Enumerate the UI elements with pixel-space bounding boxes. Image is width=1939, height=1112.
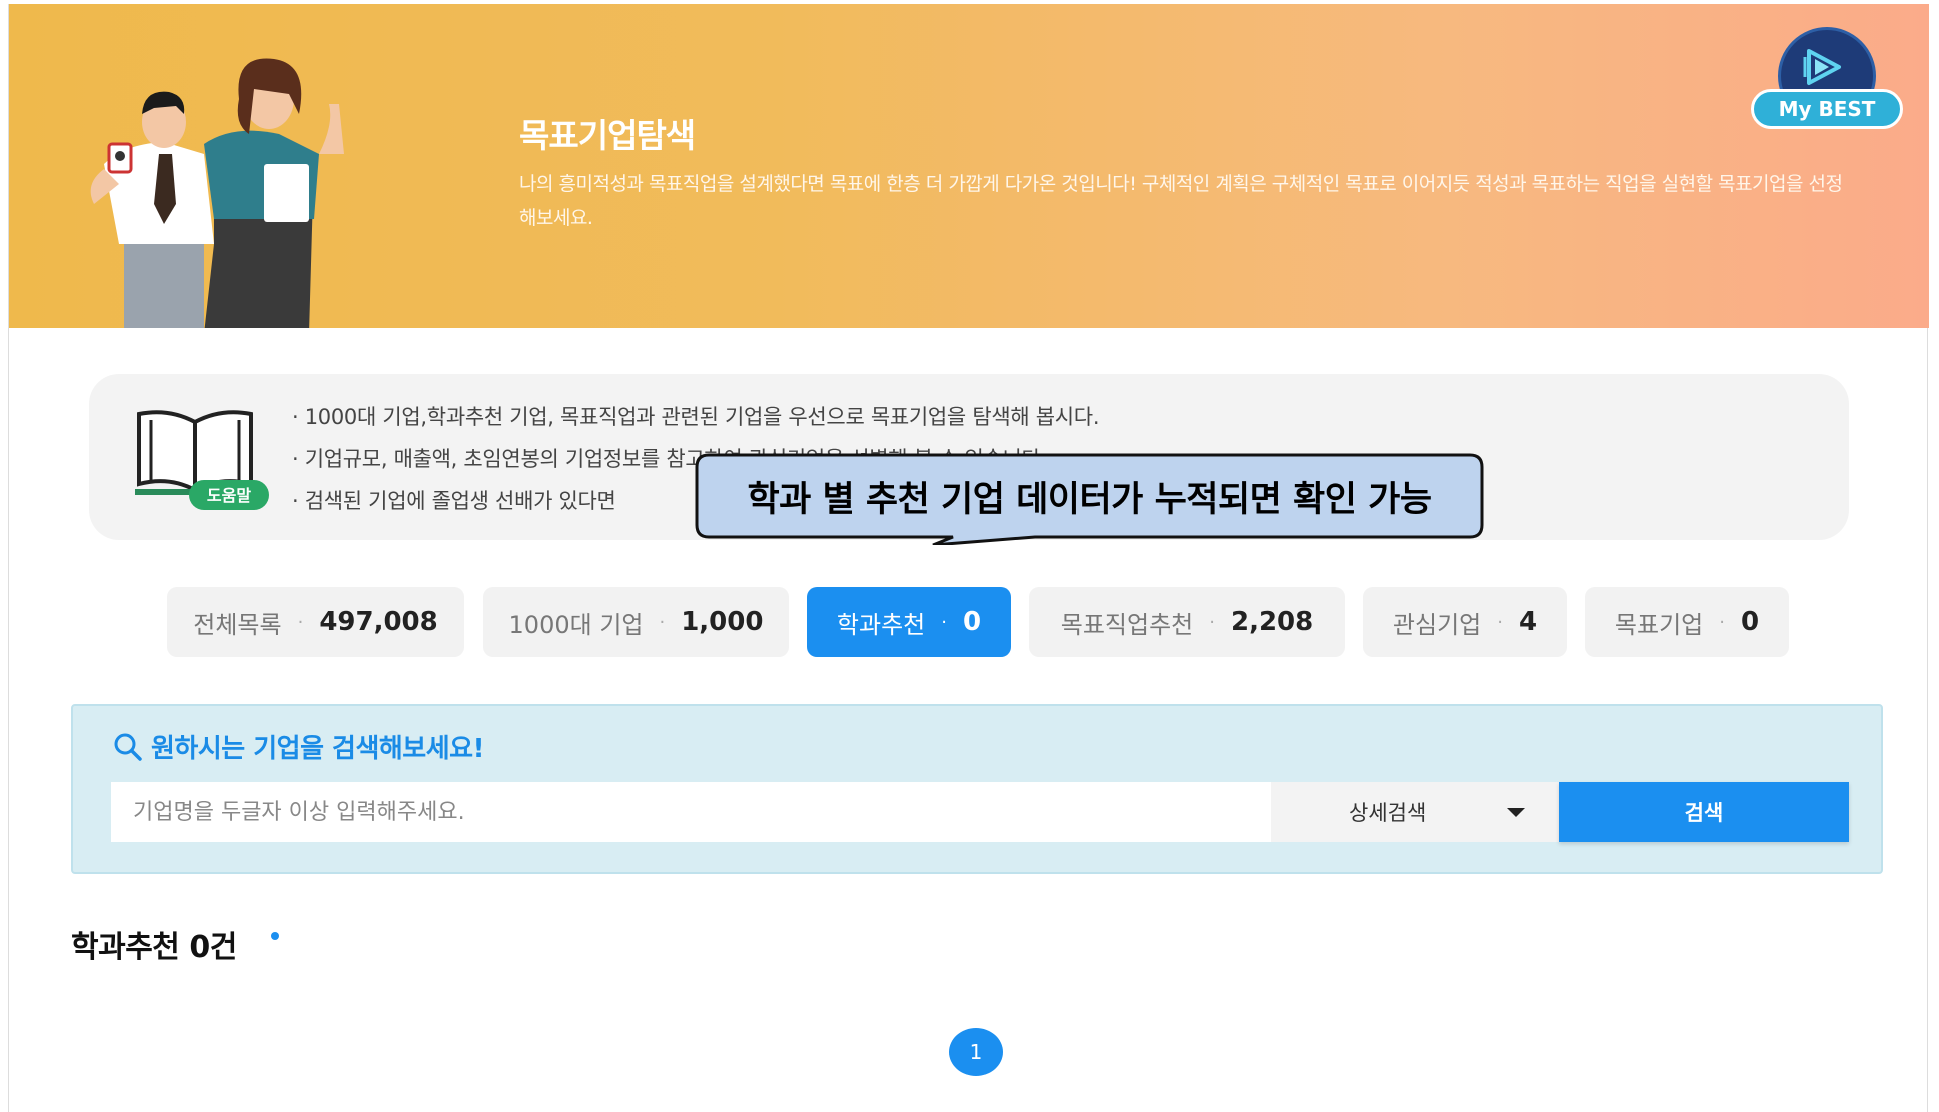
tab-count: 2,208 [1230,607,1314,637]
tab-label: 관심기업 [1392,610,1482,639]
tab-interest-companies[interactable]: 관심기업 · 4 [1363,587,1567,657]
tab-top-1000[interactable]: 1000대 기업 · 1,000 [483,587,789,657]
page-button-current[interactable]: 1 [949,1028,1003,1076]
help-badge: 도움말 [207,486,251,505]
tab-all[interactable]: 전체목록 · 497,008 [167,587,464,657]
help-line: · 1000대 기업,학과추천 기업, 목표직업과 관련된 기업을 우선으로 목… [292,405,1100,429]
page-description: 나의 흥미적성과 목표직업을 설계했다면 목표에 한층 더 가깝게 다가온 것입… [519,173,1843,229]
tab-count: 497,008 [319,607,438,637]
tab-target-companies[interactable]: 목표기업 · 0 [1585,587,1789,657]
search-heading: 원하시는 기업을 검색해보세요! [113,728,484,765]
title-dot-icon [271,932,279,940]
play-icon [1803,49,1841,85]
company-search-input[interactable] [111,782,1271,842]
tab-label: 1000대 기업 [508,610,644,639]
tab-separator: · [941,611,947,633]
tab-department-recommend[interactable]: 학과추천 · 0 [807,587,1011,657]
callout-tooltip: 학과 별 추천 기업 데이터가 누적되면 확인 가능 [695,453,1484,545]
tab-label: 전체목록 [193,610,282,639]
my-best-logo[interactable]: My BEST [1751,27,1903,131]
tab-target-job-recommend[interactable]: 목표직업추천 · 2,208 [1029,587,1345,657]
callout-text: 학과 별 추천 기업 데이터가 누적되면 확인 가능 [747,480,1432,520]
book-icon: 도움말 [135,410,269,510]
tab-label: 학과추천 [836,610,926,639]
tab-count: 0 [1740,607,1760,637]
search-button[interactable]: 검색 [1559,782,1849,842]
tab-separator: · [297,611,304,633]
tab-count: 0 [962,607,982,637]
search-panel: 원하시는 기업을 검색해보세요! 상세검색 검색 [71,704,1883,874]
tab-separator: · [1209,611,1215,633]
result-count-title: 학과추천 0건 [71,930,237,965]
detail-search-dropdown[interactable]: 상세검색 [1271,782,1559,842]
tab-label: 목표직업추천 [1060,610,1194,639]
logo-text: My BEST [1751,89,1903,129]
tab-separator: · [1719,611,1725,633]
caret-down-icon [1507,808,1525,817]
tab-label: 목표기업 [1614,610,1704,639]
people-illustration [90,58,344,328]
hero-banner: 목표기업탐색 나의 흥미적성과 목표직업을 설계했다면 목표에 한층 더 가깝게… [9,4,1929,328]
tab-count: 4 [1518,607,1538,637]
tab-separator: · [1497,611,1503,633]
page-title: 목표기업탐색 [519,116,696,155]
page-frame: 목표기업탐색 나의 흥미적성과 목표직업을 설계했다면 목표에 한층 더 가깝게… [8,4,1929,1112]
tab-count: 1,000 [681,607,764,637]
detail-search-label: 상세검색 [1349,801,1427,825]
search-icon [114,733,142,761]
tab-separator: · [659,611,666,633]
search-heading-text: 원하시는 기업을 검색해보세요! [151,734,484,764]
